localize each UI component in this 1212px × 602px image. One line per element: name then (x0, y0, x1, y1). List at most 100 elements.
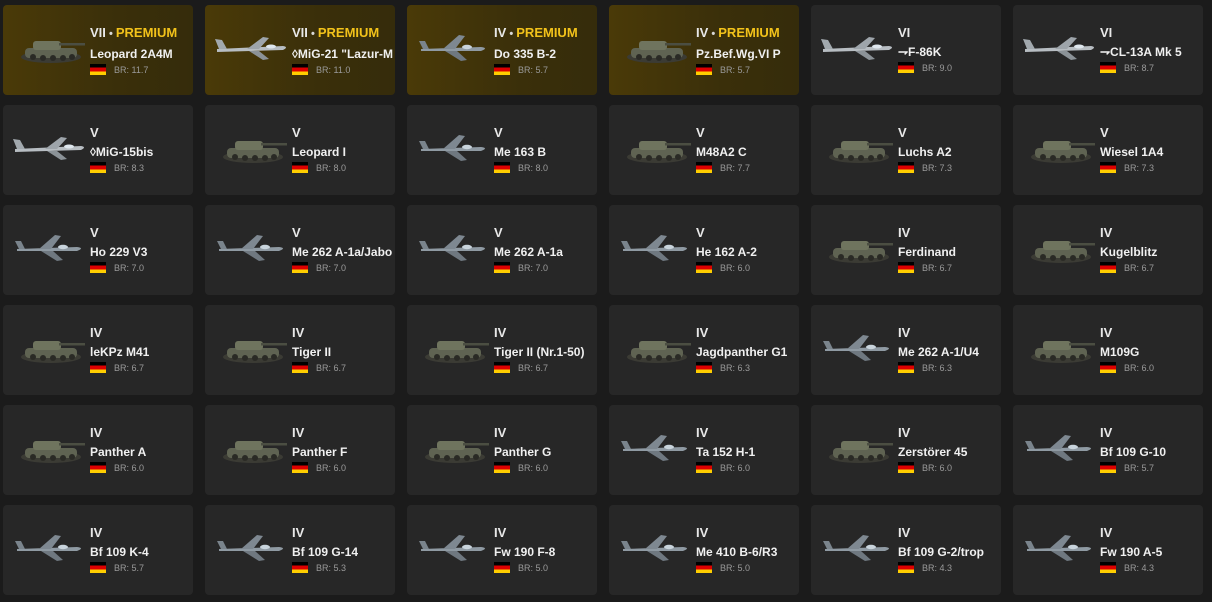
vehicle-info: IV Tiger II (Nr.1-50) BR: 6.7 (494, 325, 597, 373)
vehicle-card[interactable]: IV Ferdinand BR: 6.7 (811, 205, 1001, 295)
vehicle-grid: VII • PREMIUM Leopard 2A4M BR: 11.7 VII • P… (0, 0, 1212, 595)
vehicle-meta: BR: 11.0 (292, 64, 395, 75)
vehicle-thumbnail (213, 427, 291, 467)
rank-label: V (1100, 125, 1109, 140)
rank-label: IV (898, 425, 911, 440)
vehicle-name: Bf 109 G-14 (292, 545, 359, 559)
germany-flag-icon (90, 64, 106, 75)
rank-label: IV (696, 425, 709, 440)
tank-icon (829, 141, 893, 163)
battle-rating: BR: 7.0 (114, 262, 145, 273)
germany-flag-icon (494, 462, 510, 473)
vehicle-meta: BR: 5.7 (90, 562, 193, 573)
vehicle-card[interactable]: IV Bf 109 G-2/trop BR: 4.3 (811, 505, 1001, 595)
battle-rating: BR: 8.3 (114, 162, 145, 173)
germany-flag-icon (494, 64, 510, 75)
vehicle-card[interactable]: IV Bf 109 G-14 BR: 5.3 (205, 505, 395, 595)
vehicle-thumbnail (819, 527, 897, 567)
germany-flag-icon (1100, 262, 1116, 273)
vehicle-info: V ◊MiG-15bis BR: 8.3 (90, 125, 193, 173)
vehicle-tier: V (898, 125, 1001, 140)
plane-icon (419, 135, 485, 161)
vehicle-name: Fw 190 F-8 (494, 545, 556, 559)
vehicle-card[interactable]: IV Me 410 B-6/R3 BR: 5.0 (609, 505, 799, 595)
vehicle-meta: BR: 9.0 (898, 62, 1001, 73)
vehicle-card[interactable]: IV Tiger II BR: 6.7 (205, 305, 395, 395)
rank-label: IV (90, 425, 103, 440)
vehicle-tier: V (696, 225, 799, 240)
vehicle-name: Bf 109 G-2/trop (898, 545, 985, 559)
vehicle-thumbnail (415, 527, 493, 567)
vehicle-thumbnail (1021, 27, 1099, 67)
vehicle-card[interactable]: IV Tiger II (Nr.1-50) BR: 6.7 (407, 305, 597, 395)
vehicle-thumbnail (617, 27, 695, 67)
vehicle-thumbnail (415, 27, 493, 67)
vehicle-card[interactable]: V Me 262 A-1a BR: 7.0 (407, 205, 597, 295)
vehicle-card[interactable]: VII • PREMIUM Leopard 2A4M BR: 11.7 (3, 5, 193, 95)
rank-label: IV (898, 525, 911, 540)
vehicle-card[interactable]: IV Panther F BR: 6.0 (205, 405, 395, 495)
vehicle-card[interactable]: IV Ta 152 H-1 BR: 6.0 (609, 405, 799, 495)
vehicle-thumbnail (617, 327, 695, 367)
vehicle-card[interactable]: V Wiesel 1A4 BR: 7.3 (1013, 105, 1203, 195)
vehicle-card[interactable]: IV • PREMIUM Do 335 B-2 BR: 5.7 (407, 5, 597, 95)
battle-rating: BR: 6.0 (1124, 362, 1155, 373)
battle-rating: BR: 6.0 (114, 462, 145, 473)
vehicle-name: Me 163 B (494, 145, 547, 159)
vehicle-info: IV Bf 109 G-14 BR: 5.3 (292, 525, 395, 573)
germany-flag-icon (696, 462, 712, 473)
germany-flag-icon (292, 362, 308, 373)
vehicle-card[interactable]: V Me 163 B BR: 8.0 (407, 105, 597, 195)
germany-flag-icon (696, 562, 712, 573)
vehicle-card[interactable]: IV Fw 190 F-8 BR: 5.0 (407, 505, 597, 595)
battle-rating: BR: 5.7 (720, 64, 751, 75)
battle-rating: BR: 8.0 (316, 162, 347, 173)
vehicle-card[interactable]: IV Bf 109 G-10 BR: 5.7 (1013, 405, 1203, 495)
rank-label: VI (1100, 25, 1113, 40)
tank-icon (1031, 241, 1095, 263)
separator-dot: • (307, 28, 318, 40)
vehicle-card[interactable]: V Ho 229 V3 BR: 7.0 (3, 205, 193, 295)
vehicle-card[interactable]: IV Kugelblitz BR: 6.7 (1013, 205, 1203, 295)
vehicle-thumbnail (11, 27, 89, 67)
vehicle-card[interactable]: IV Jagdpanther G1 BR: 6.3 (609, 305, 799, 395)
vehicle-card[interactable]: IV • PREMIUM Pz.Bef.Wg.VI P BR: 5.7 (609, 5, 799, 95)
tank-icon (1031, 141, 1095, 163)
vehicle-card[interactable]: V ◊MiG-15bis BR: 8.3 (3, 105, 193, 195)
vehicle-card[interactable]: IV Zerstörer 45 BR: 6.0 (811, 405, 1001, 495)
vehicle-card[interactable]: VI ⇁F-86K BR: 9.0 (811, 5, 1001, 95)
vehicle-card[interactable]: IV leKPz M41 BR: 6.7 (3, 305, 193, 395)
vehicle-info: IV Panther G BR: 6.0 (494, 425, 597, 473)
rank-label: IV (292, 425, 305, 440)
vehicle-card[interactable]: IV Panther A BR: 6.0 (3, 405, 193, 495)
vehicle-card[interactable]: IV Bf 109 K-4 BR: 5.7 (3, 505, 193, 595)
germany-flag-icon (1100, 162, 1116, 173)
vehicle-info: IV Tiger II BR: 6.7 (292, 325, 395, 373)
vehicle-card[interactable]: V Me 262 A-1a/Jabo BR: 7.0 (205, 205, 395, 295)
vehicle-thumbnail (415, 227, 493, 267)
battle-rating: BR: 8.0 (518, 162, 549, 173)
battle-rating: BR: 6.7 (518, 362, 549, 373)
vehicle-name: M48A2 C (696, 145, 747, 159)
battle-rating: BR: 11.7 (114, 64, 149, 75)
battle-rating: BR: 4.3 (922, 562, 953, 573)
vehicle-card[interactable]: VII • PREMIUM ◊MiG-21 "Lazur-M BR: 11.0 (205, 5, 395, 95)
vehicle-card[interactable]: IV Panther G BR: 6.0 (407, 405, 597, 495)
vehicle-card[interactable]: IV Fw 190 A-5 BR: 4.3 (1013, 505, 1203, 595)
rank-label: IV (292, 325, 305, 340)
vehicle-card[interactable]: V M48A2 C BR: 7.7 (609, 105, 799, 195)
vehicle-meta: BR: 6.3 (898, 362, 1001, 373)
vehicle-card[interactable]: IV Me 262 A-1/U4 BR: 6.3 (811, 305, 1001, 395)
plane-icon (419, 535, 485, 561)
vehicle-card[interactable]: V Luchs A2 BR: 7.3 (811, 105, 1001, 195)
vehicle-card[interactable]: V Leopard I BR: 8.0 (205, 105, 395, 195)
rank-label: V (898, 125, 907, 140)
vehicle-card[interactable]: V He 162 A-2 BR: 6.0 (609, 205, 799, 295)
vehicle-card[interactable]: IV M109G BR: 6.0 (1013, 305, 1203, 395)
rank-label: V (292, 125, 301, 140)
germany-flag-icon (292, 562, 308, 573)
vehicle-card[interactable]: VI ⇁CL-13A Mk 5 BR: 8.7 (1013, 5, 1203, 95)
vehicle-tier: IV (494, 425, 597, 440)
rank-label: V (494, 225, 503, 240)
vehicle-info: IV Bf 109 G-10 BR: 5.7 (1100, 425, 1203, 473)
